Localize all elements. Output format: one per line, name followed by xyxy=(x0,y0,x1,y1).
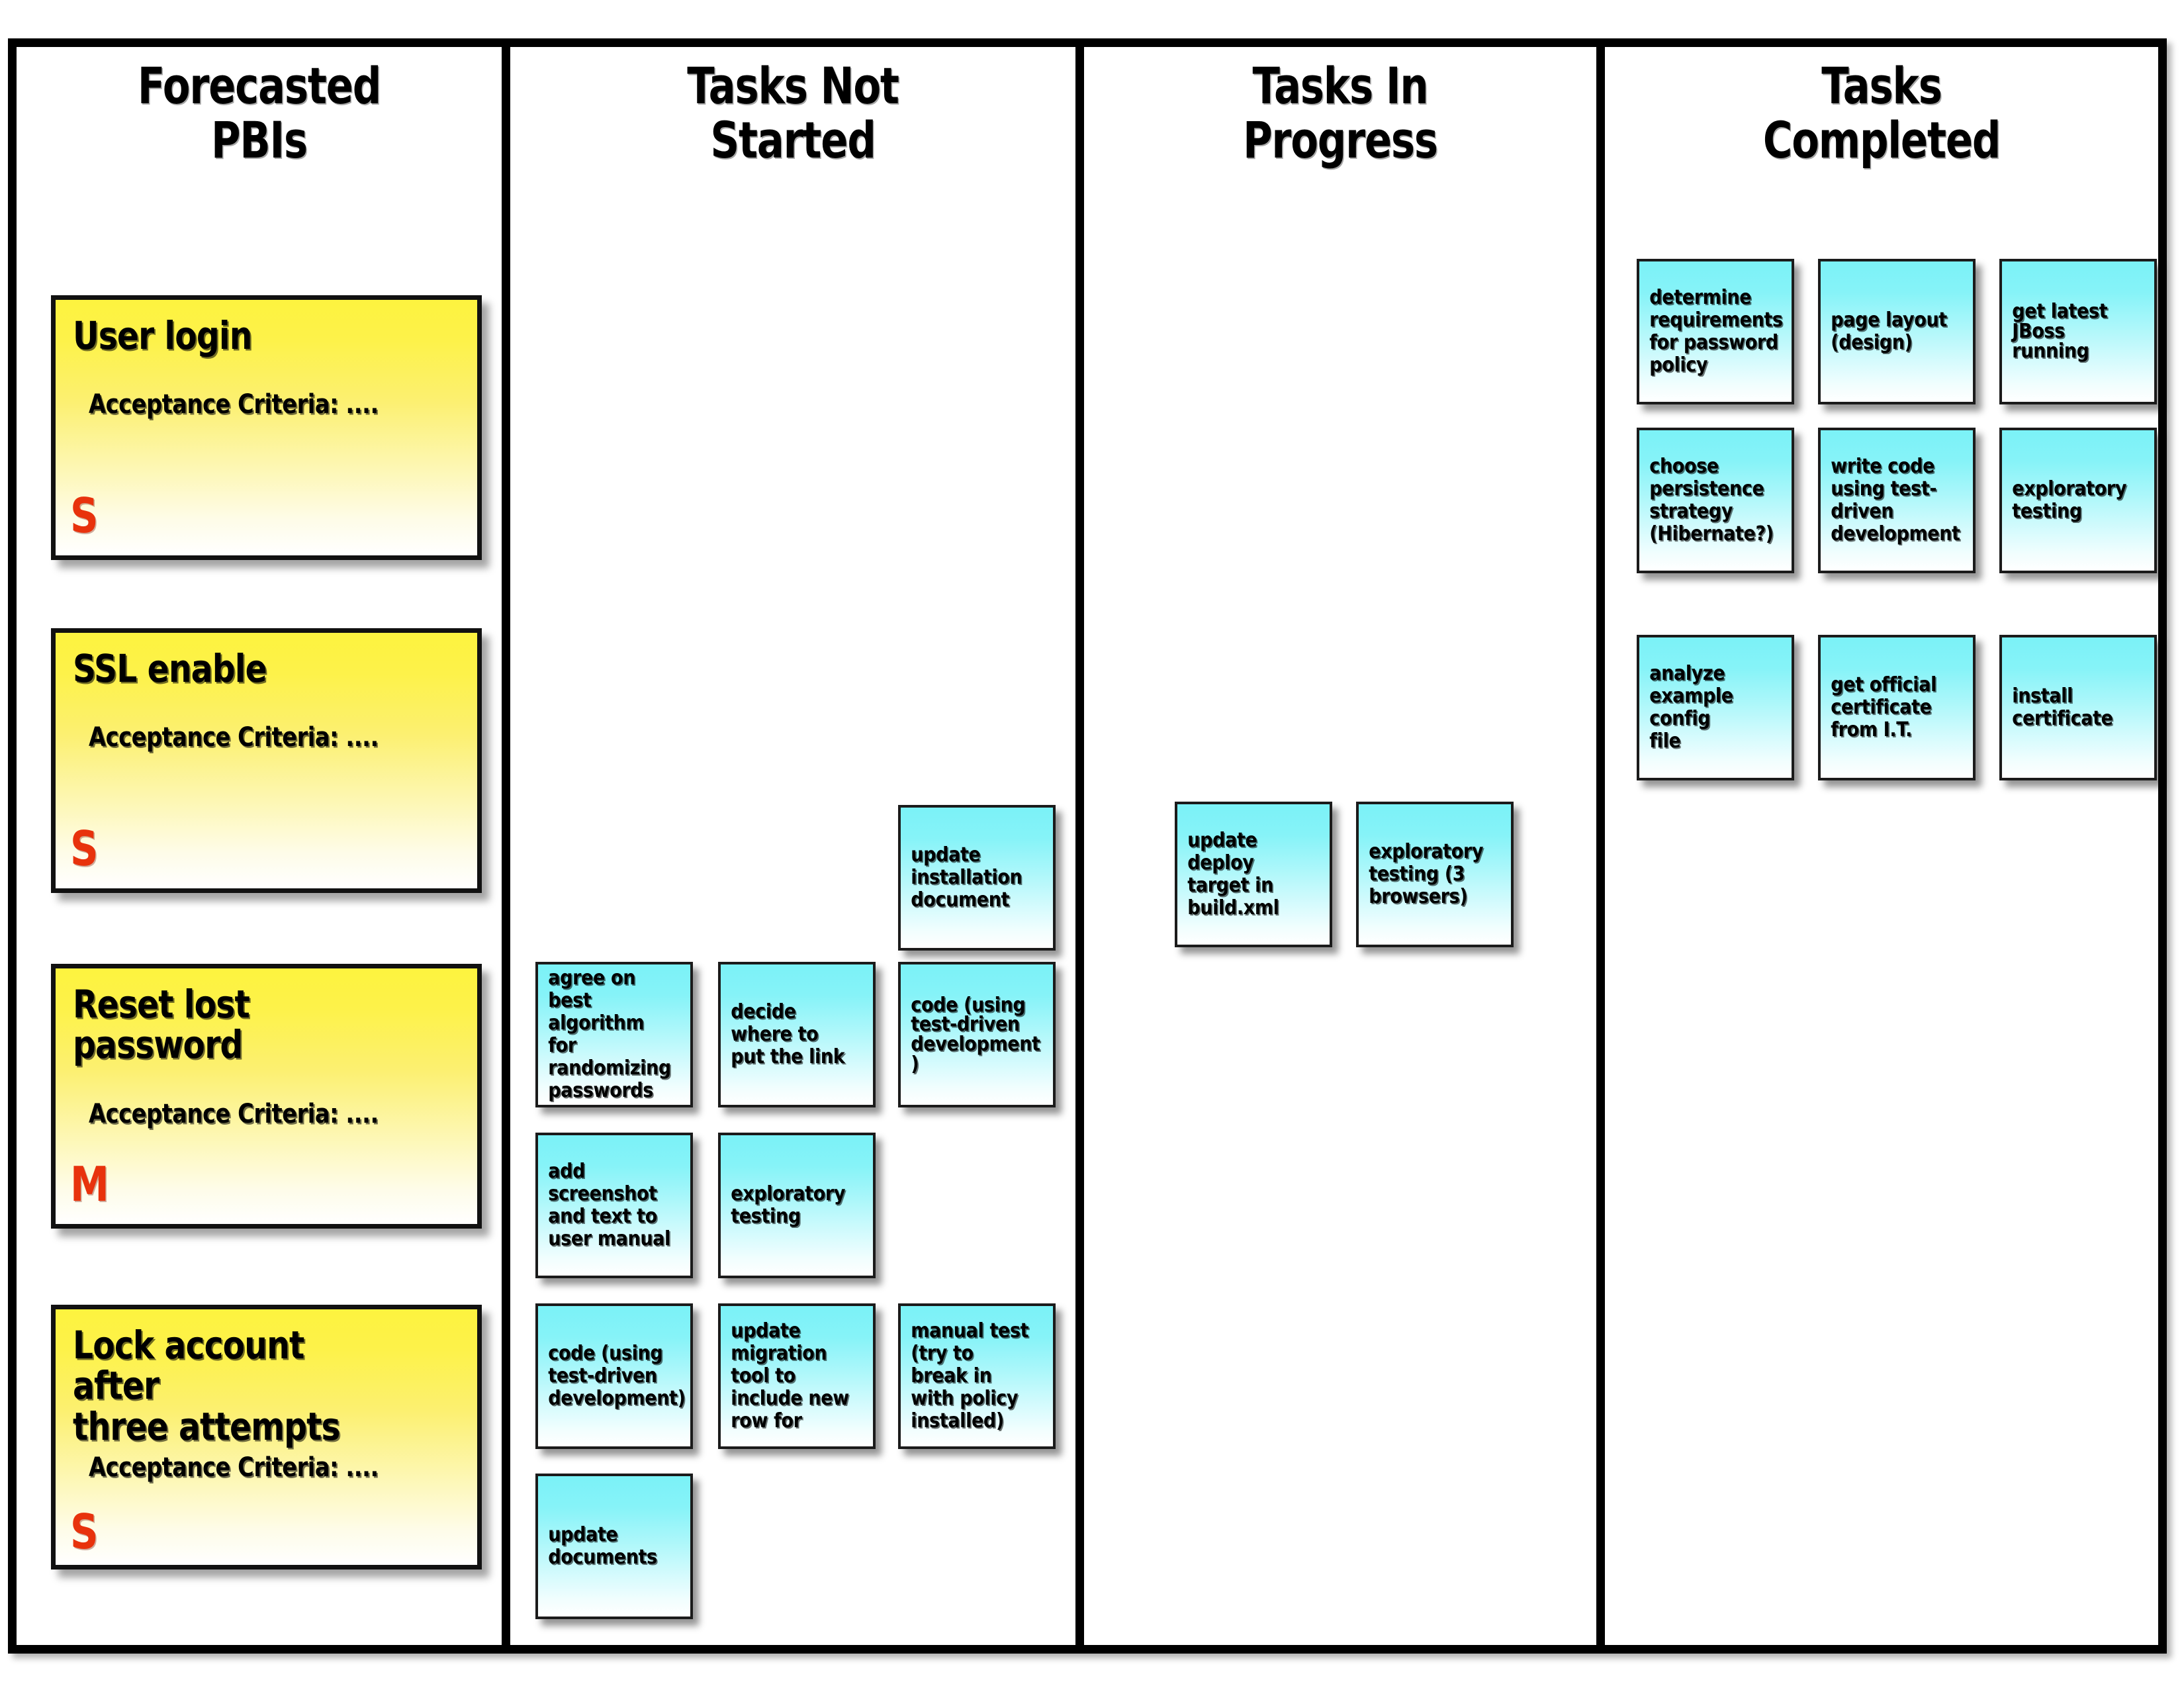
task-card[interactable]: determine requirements for password poli… xyxy=(1637,259,1794,404)
pbi-card[interactable]: SSL enable Acceptance Criteria: .... S xyxy=(51,628,482,893)
pbi-size-estimate: S xyxy=(70,1504,99,1560)
pbi-card[interactable]: Reset lost password Acceptance Criteria:… xyxy=(51,964,482,1229)
task-card[interactable]: code (using test-driven development ) xyxy=(898,962,1056,1107)
task-card-text: install certificate xyxy=(2012,684,2113,730)
column-header-tasks-not-started: Tasks Not Started xyxy=(687,56,899,170)
pbi-size-estimate: M xyxy=(70,1156,109,1212)
task-card[interactable]: update documents xyxy=(535,1474,693,1619)
task-card-text: exploratory testing (3 browsers) xyxy=(1369,840,1484,908)
pbi-title: Reset lost password xyxy=(73,982,250,1068)
task-card-text: add screenshot and text to user manual xyxy=(548,1160,670,1250)
task-card-text: choose persistence strategy (Hibernate?) xyxy=(1649,455,1774,545)
task-card-text: get latest JBoss running xyxy=(2012,300,2108,363)
task-card[interactable]: update migration tool to include new row… xyxy=(718,1303,876,1449)
task-card-text: analyze example config file xyxy=(1649,662,1733,753)
task-card-text: exploratory testing xyxy=(731,1182,846,1228)
pbi-acceptance-criteria: Acceptance Criteria: .... xyxy=(89,722,379,753)
task-card[interactable]: add screenshot and text to user manual xyxy=(535,1133,693,1278)
task-card[interactable]: code (using test-driven development) xyxy=(535,1303,693,1449)
task-card-text: update deploy target in build.xml xyxy=(1187,829,1279,919)
task-card[interactable]: agree on best algorithm for randomizing … xyxy=(535,962,693,1107)
task-card[interactable]: page layout (design) xyxy=(1818,259,1976,404)
task-card[interactable]: choose persistence strategy (Hibernate?) xyxy=(1637,428,1794,573)
task-card[interactable]: exploratory testing (3 browsers) xyxy=(1356,802,1514,947)
pbi-acceptance-criteria: Acceptance Criteria: .... xyxy=(89,389,379,420)
task-card[interactable]: analyze example config file xyxy=(1637,635,1794,780)
task-card-text: get official certificate from I.T. xyxy=(1831,673,1936,741)
task-card-text: decide where to put the link xyxy=(731,1000,845,1068)
task-card-text: page layout (design) xyxy=(1831,308,1947,354)
task-card[interactable]: decide where to put the link xyxy=(718,962,876,1107)
task-card-text: code (using test-driven development ) xyxy=(911,993,1040,1076)
task-card[interactable]: exploratory testing xyxy=(1999,428,2157,573)
task-card-text: update migration tool to include new row… xyxy=(731,1319,849,1432)
column-header-tasks-in-progress: Tasks In Progress xyxy=(1243,56,1438,170)
task-card[interactable]: update deploy target in build.xml xyxy=(1175,802,1332,947)
task-card[interactable]: exploratory testing xyxy=(718,1133,876,1278)
pbi-acceptance-criteria: Acceptance Criteria: .... xyxy=(89,1098,379,1129)
task-board: Forecasted PBIs Tasks Not Started Tasks … xyxy=(8,38,2167,1654)
task-card-text: update documents xyxy=(548,1523,657,1569)
column-header-forecasted-pbis: Forecasted PBIs xyxy=(137,56,381,170)
pbi-card[interactable]: Lock account after three attempts Accept… xyxy=(51,1305,482,1570)
pbi-title: SSL enable xyxy=(73,646,267,691)
task-card[interactable]: install certificate xyxy=(1999,635,2157,780)
column-divider-1 xyxy=(502,47,510,1645)
task-card[interactable]: get official certificate from I.T. xyxy=(1818,635,1976,780)
column-header-tasks-completed: Tasks Completed xyxy=(1762,56,2001,170)
pbi-title: User login xyxy=(73,313,252,358)
pbi-card[interactable]: User login Acceptance Criteria: .... S xyxy=(51,295,482,560)
task-card[interactable]: update installation document xyxy=(898,805,1056,951)
pbi-size-estimate: S xyxy=(70,821,99,876)
task-card-text: write code using test- driven developmen… xyxy=(1831,455,1960,545)
task-card[interactable]: get latest JBoss running xyxy=(1999,259,2157,404)
task-card[interactable]: write code using test- driven developmen… xyxy=(1818,428,1976,573)
task-card-text: determine requirements for password poli… xyxy=(1649,286,1783,377)
column-divider-3 xyxy=(1596,47,1605,1645)
column-divider-2 xyxy=(1075,47,1084,1645)
pbi-acceptance-criteria: Acceptance Criteria: .... xyxy=(89,1452,379,1483)
task-card-text: code (using test-driven development) xyxy=(548,1342,686,1410)
task-card-text: manual test (try to break in with policy… xyxy=(911,1319,1029,1432)
task-card[interactable]: manual test (try to break in with policy… xyxy=(898,1303,1056,1449)
pbi-title: Lock account after three attempts xyxy=(73,1323,341,1449)
pbi-size-estimate: S xyxy=(70,488,99,543)
task-card-text: agree on best algorithm for randomizing … xyxy=(548,966,671,1102)
task-card-text: exploratory testing xyxy=(2012,477,2127,523)
task-card-text: update installation document xyxy=(911,843,1023,912)
